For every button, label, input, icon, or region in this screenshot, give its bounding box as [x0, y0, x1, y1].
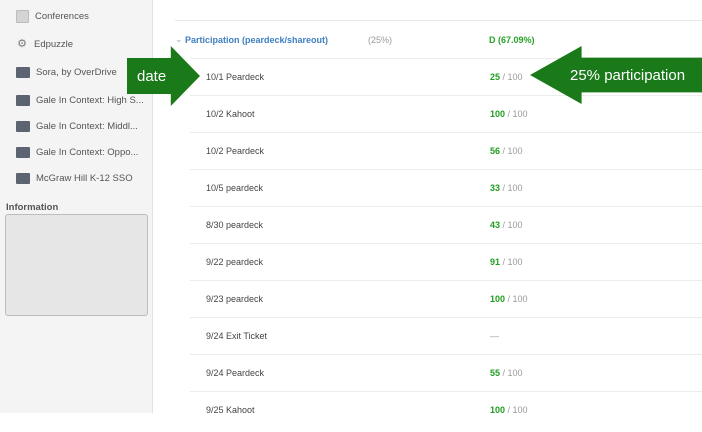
bottom-strip: [0, 413, 702, 432]
table-row[interactable]: 9/24 Peardeck 55 / 100: [190, 354, 702, 392]
sidebar-item-mcgraw-hill[interactable]: McGraw Hill K-12 SSO: [16, 168, 152, 188]
score-out-of: / 100: [502, 220, 523, 230]
table-row[interactable]: 10/2 Peardeck 56 / 100: [190, 132, 702, 170]
score-earned: 25: [490, 72, 501, 82]
assignment-score: 33 / 100: [490, 183, 523, 193]
assignment-name[interactable]: 10/1 Peardeck: [206, 72, 264, 82]
divider: [175, 20, 702, 21]
score-out-of: / 100: [502, 146, 523, 156]
assignment-score: 55 / 100: [490, 368, 523, 378]
app-icon: [16, 146, 30, 158]
assignment-score: 25 / 100: [490, 72, 523, 82]
score-out-of: / 100: [507, 294, 528, 304]
assignment-name[interactable]: 9/23 peardeck: [206, 294, 263, 304]
information-box: [5, 214, 148, 316]
sidebar-item-conferences[interactable]: Conferences: [16, 6, 152, 26]
table-row[interactable]: 9/23 peardeck 100 / 100: [190, 280, 702, 318]
table-row[interactable]: 10/5 peardeck 33 / 100: [190, 169, 702, 207]
score-earned: 100: [490, 109, 506, 119]
calendar-icon: [16, 9, 29, 23]
score-earned: 56: [490, 146, 501, 156]
table-row[interactable]: 9/22 peardeck 91 / 100: [190, 243, 702, 281]
score-earned: 33: [490, 183, 501, 193]
sidebar-item-label: Gale In Context: Oppo...: [36, 146, 139, 158]
app-icon: [16, 120, 30, 132]
app-icon: [16, 66, 30, 78]
score-earned: 100: [490, 294, 506, 304]
assignment-score: —: [490, 331, 499, 341]
score-out-of: / 100: [502, 257, 523, 267]
sidebar-item-label: McGraw Hill K-12 SSO: [36, 172, 133, 184]
sidebar-item-gale-middle[interactable]: Gale In Context: Middl...: [16, 116, 152, 136]
app-icon: [16, 94, 30, 106]
sidebar-item-gale-opposing[interactable]: Gale In Context: Oppo...: [16, 142, 152, 162]
table-row[interactable]: 10/2 Kahoot 100 / 100: [190, 95, 702, 133]
category-name[interactable]: Participation (peardeck/shareout): [185, 35, 328, 45]
sidebar-item-label: Gale In Context: High S...: [36, 94, 144, 106]
sidebar-item-label: Gale In Context: Middl...: [36, 120, 138, 132]
assignment-score: 91 / 100: [490, 257, 523, 267]
assignment-score: 56 / 100: [490, 146, 523, 156]
assignment-name[interactable]: 10/2 Kahoot: [206, 109, 255, 119]
score-earned: 55: [490, 368, 501, 378]
date-annotation-label: date: [137, 67, 167, 85]
assignment-name[interactable]: 8/30 peardeck: [206, 220, 263, 230]
table-row[interactable]: 8/30 peardeck 43 / 100: [190, 206, 702, 244]
sidebar-item-edpuzzle[interactable]: ⚙ Edpuzzle: [16, 34, 152, 54]
assignment-score: 100 / 100: [490, 294, 528, 304]
participation-annotation-label: 25% participation: [570, 66, 686, 84]
score-out-of: / 100: [502, 183, 523, 193]
score-out-of: / 100: [502, 368, 523, 378]
score-earned: 91: [490, 257, 501, 267]
score-out-of: / 100: [507, 109, 528, 119]
assignment-name[interactable]: 10/2 Peardeck: [206, 146, 264, 156]
assignment-name[interactable]: 9/22 peardeck: [206, 257, 263, 267]
sidebar-item-label: Conferences: [35, 10, 89, 22]
assignment-name[interactable]: 9/24 Peardeck: [206, 368, 264, 378]
information-heading: Information: [6, 202, 59, 213]
category-grade: D (67.09%): [489, 35, 535, 45]
score-earned: 43: [490, 220, 501, 230]
puzzle-icon: ⚙: [17, 37, 27, 50]
category-weight: (25%): [368, 35, 393, 45]
sidebar-item-label: Edpuzzle: [34, 38, 74, 50]
score-out-of: / 100: [502, 72, 523, 82]
assignment-name[interactable]: 9/24 Exit Ticket: [206, 331, 267, 341]
table-row[interactable]: 9/24 Exit Ticket —: [190, 317, 702, 355]
score-out-of: —: [490, 331, 499, 341]
assignment-name[interactable]: 10/5 peardeck: [206, 183, 263, 193]
assignment-score: 43 / 100: [490, 220, 523, 230]
sidebar-item-label: Sora, by OverDrive: [36, 66, 117, 78]
app-icon: [16, 172, 30, 184]
assignment-score: 100 / 100: [490, 109, 528, 119]
category-row[interactable]: ⌄ Participation (peardeck/shareout) (25%…: [175, 32, 702, 50]
chevron-down-icon[interactable]: ⌄: [175, 34, 183, 45]
